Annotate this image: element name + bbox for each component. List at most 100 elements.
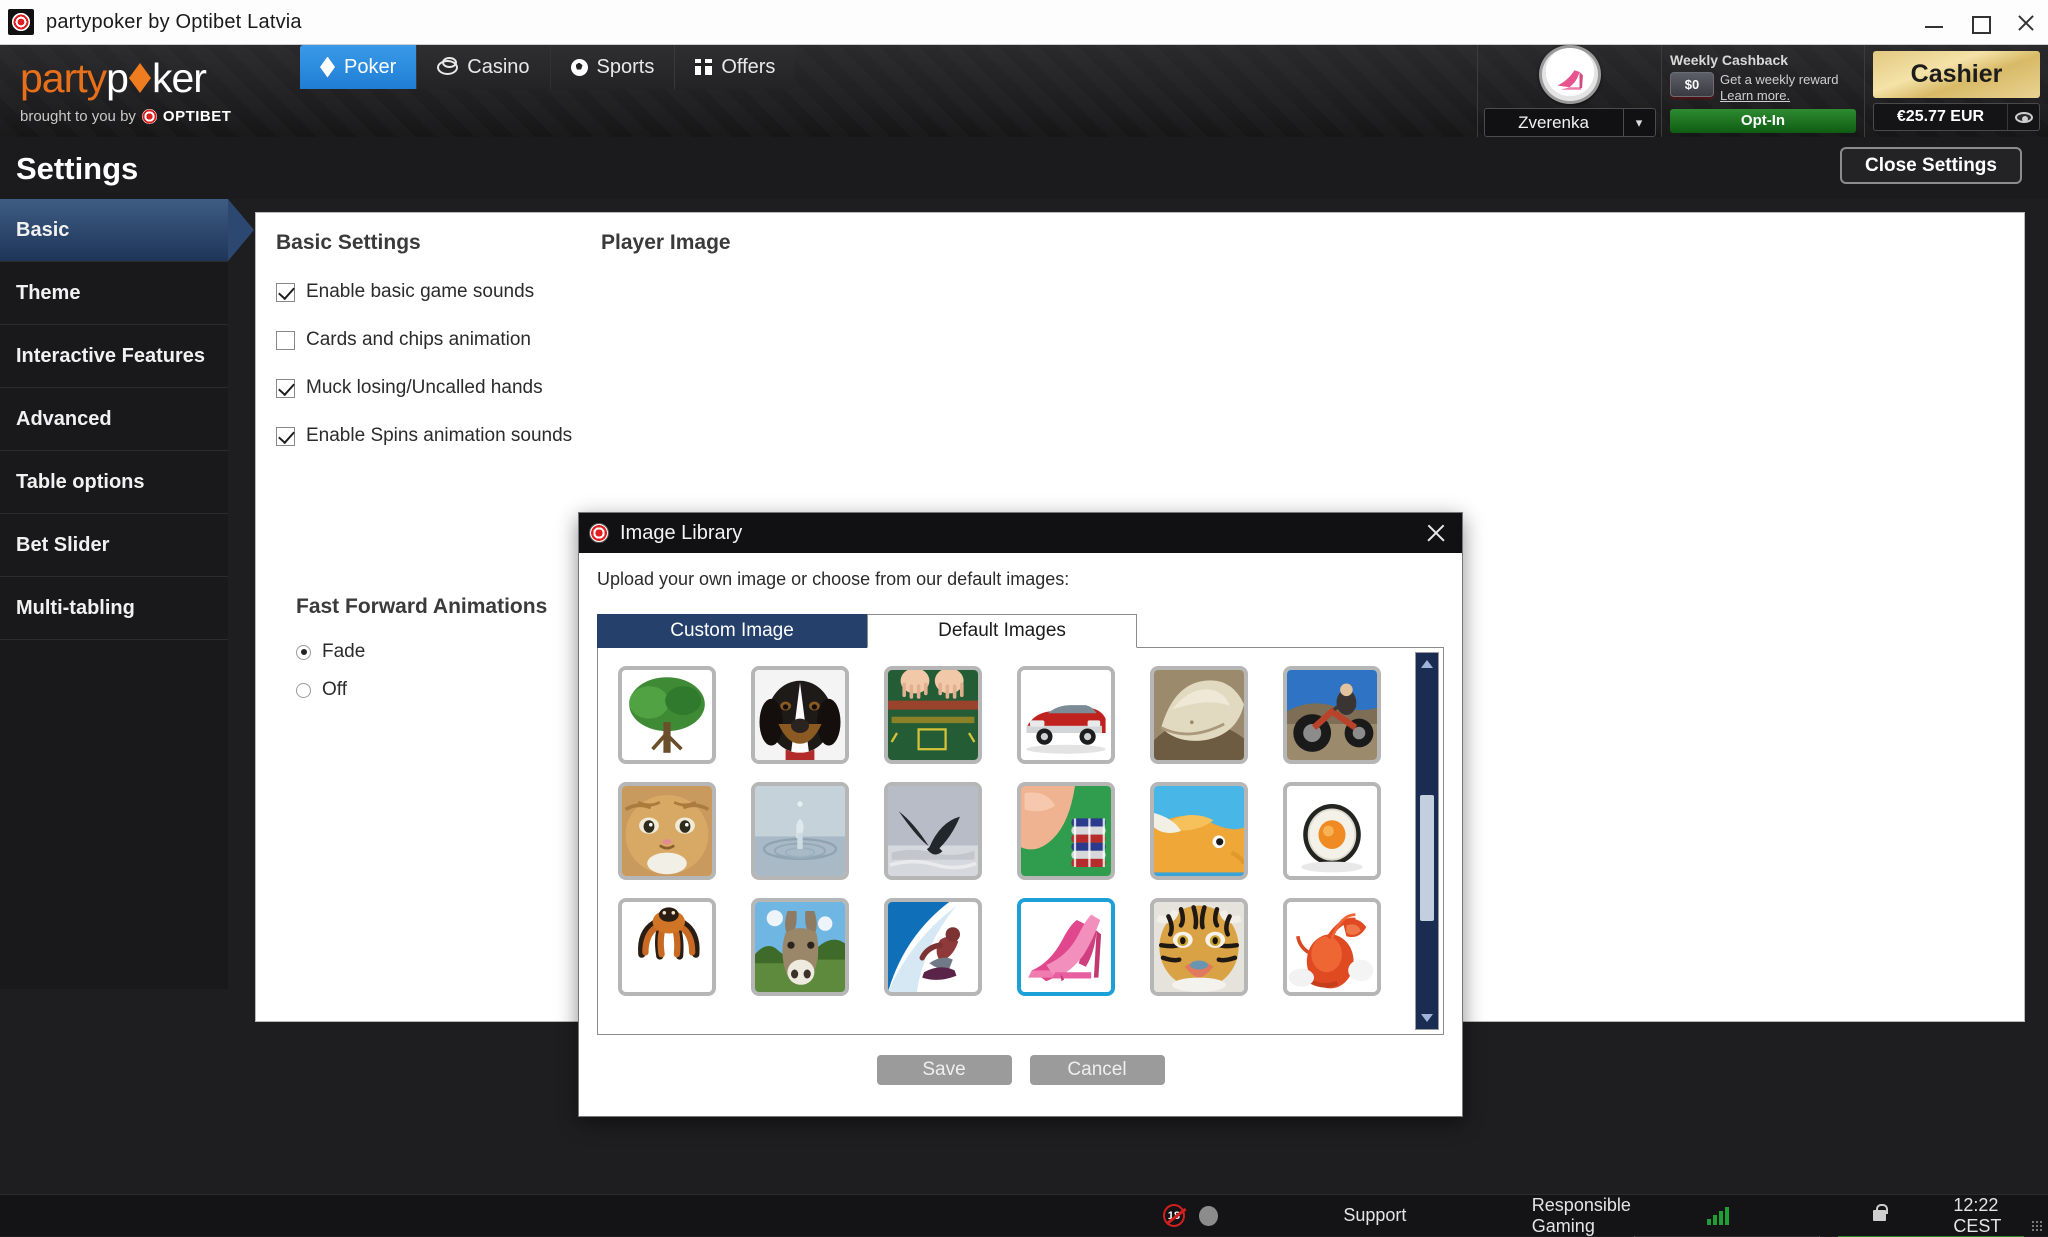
scrollbar-track[interactable] [1416,675,1438,1007]
fast-forward-animations-group: Fade Off [296,625,365,701]
close-icon[interactable] [1424,521,1448,545]
player-image-column: Player Image [601,231,1101,255]
checkbox-enable-basic-game-sounds[interactable] [276,283,295,302]
balance-value: €25.77 EUR [1874,108,2007,126]
sidebar-item-label: Multi-tabling [16,597,135,620]
brand-logo: partypker brought to you by OPTIBET [0,45,300,137]
football-icon [571,59,588,76]
eye-icon[interactable] [2007,104,2039,130]
user-name-dropdown[interactable]: Zverenka ▾ [1484,108,1656,137]
brand-tagline-text: brought to you by [20,108,136,125]
checkbox-label: Cards and chips animation [306,329,531,351]
image-thumb-poker-table-hands[interactable] [884,666,982,764]
radio-fade[interactable] [296,645,311,660]
opt-in-button[interactable]: Opt-In [1670,109,1856,133]
sidebar-item-label: Advanced [16,408,112,431]
image-thumb-tree[interactable] [618,666,716,764]
chevron-down-icon[interactable] [1416,1007,1438,1029]
water-drop-image [755,786,845,876]
resize-grip[interactable] [2031,1220,2043,1232]
checkbox-enable-spins-animation-sounds[interactable] [276,427,295,446]
image-library-dialog: Image Library Upload your own image or c… [578,512,1463,1117]
radio-off[interactable] [296,683,311,698]
lock-icon [1873,1210,1886,1221]
tab-label: Default Images [938,620,1066,642]
image-thumb-cowboy-hat[interactable] [1150,666,1248,764]
dialog-actions: Save Cancel [597,1055,1444,1085]
sidebar-item-label: Bet Slider [16,534,109,557]
checkbox-row-cards-and-chips-animation[interactable]: Cards and chips animation [276,329,696,351]
tab-default-images[interactable]: Default Images [867,614,1137,648]
tarantula-image [622,902,712,992]
sidebar-item-advanced[interactable]: Advanced [0,388,228,451]
save-button[interactable]: Save [877,1055,1012,1085]
brand-tagline: brought to you by OPTIBET [20,108,300,125]
image-thumb-sushi[interactable] [1283,782,1381,880]
image-grid-scrollbar[interactable] [1415,652,1439,1030]
sidebar-item-table-options[interactable]: Table options [0,451,228,514]
checkbox-cards-and-chips-animation[interactable] [276,331,295,350]
maximize-icon[interactable] [1968,11,1992,35]
header-spacer [795,45,1477,137]
learn-more-link[interactable]: Learn more. [1720,88,1790,103]
image-thumb-whale-tail[interactable] [884,782,982,880]
image-thumb-lobster[interactable] [1283,898,1381,996]
image-thumb-tarantula[interactable] [618,898,716,996]
tab-custom-image[interactable]: Custom Image [597,614,867,648]
cashback-title: Weekly Cashback [1670,52,1856,68]
user-account-block[interactable]: Zverenka ▾ [1477,45,1662,137]
cashback-amount-badge: $0 [1670,72,1714,97]
image-thumb-poker-chips-hand[interactable] [1017,782,1115,880]
tree-image [622,670,712,760]
window-titlebar: partypoker by Optibet Latvia [0,0,2048,45]
image-thumb-water-drop[interactable] [751,782,849,880]
nav-tab-casino[interactable]: Casino [417,45,550,89]
responsible-gaming-link[interactable]: Responsible Gaming [1532,1195,1693,1237]
classic-car-image [1021,670,1111,760]
image-thumb-donkey[interactable] [751,898,849,996]
dialog-body: Upload your own image or choose from our… [579,553,1462,1085]
age-18-icon: 18 [1163,1204,1185,1227]
image-thumb-pink-heels[interactable] [1017,898,1115,996]
image-thumb-snowboarder[interactable] [884,898,982,996]
image-thumb-dog[interactable] [751,666,849,764]
cancel-button[interactable]: Cancel [1030,1055,1165,1085]
avatar[interactable] [1539,45,1601,104]
nav-tab-offers[interactable]: Offers [675,45,795,89]
image-thumb-classic-car[interactable] [1017,666,1115,764]
chevron-down-icon[interactable]: ▾ [1623,109,1655,136]
bullseye-icon [589,523,609,543]
page-title: Settings [16,151,138,187]
snowboarder-image [888,902,978,992]
sidebar-item-interactive-features[interactable]: Interactive Features [0,325,228,388]
whale-tail-image [888,786,978,876]
chevron-up-icon[interactable] [1416,653,1438,675]
sidebar-item-bet-slider[interactable]: Bet Slider [0,514,228,577]
radio-row-off[interactable]: Off [296,679,365,701]
close-icon[interactable] [2014,11,2038,35]
close-settings-button[interactable]: Close Settings [1840,147,2022,184]
sidebar-item-theme[interactable]: Theme [0,262,228,325]
checkbox-row-enable-spins-animation-sounds[interactable]: Enable Spins animation sounds [276,425,696,447]
image-thumb-goldfish[interactable] [1150,782,1248,880]
checkbox-muck-losing-uncalled-hands[interactable] [276,379,295,398]
checkbox-row-enable-basic-game-sounds[interactable]: Enable basic game sounds [276,281,696,303]
cashier-button[interactable]: Cashier [1873,51,2040,98]
dialog-tabs: Custom Image Default Images [597,614,1444,648]
scrollbar-thumb[interactable] [1420,795,1434,921]
settings-sidebar: Basic Theme Interactive Features Advance… [0,199,228,989]
cashback-description-wrap: Get a weekly reward Learn more. [1720,72,1839,105]
image-thumb-cat[interactable] [618,782,716,880]
window-title: partypoker by Optibet Latvia [46,11,302,34]
image-thumb-motorcycle[interactable] [1283,666,1381,764]
image-thumb-tiger[interactable] [1150,898,1248,996]
minimize-icon[interactable] [1922,11,1946,35]
sidebar-item-multi-tabling[interactable]: Multi-tabling [0,577,228,640]
brand-wordmark: partypker [20,58,300,99]
sidebar-item-basic[interactable]: Basic [0,199,228,262]
radio-row-fade[interactable]: Fade [296,641,365,663]
support-link[interactable]: Support [1343,1205,1406,1226]
nav-tab-poker[interactable]: Poker [300,45,417,89]
nav-tab-sports[interactable]: Sports [551,45,676,89]
checkbox-row-muck-losing-uncalled-hands[interactable]: Muck losing/Uncalled hands [276,377,696,399]
